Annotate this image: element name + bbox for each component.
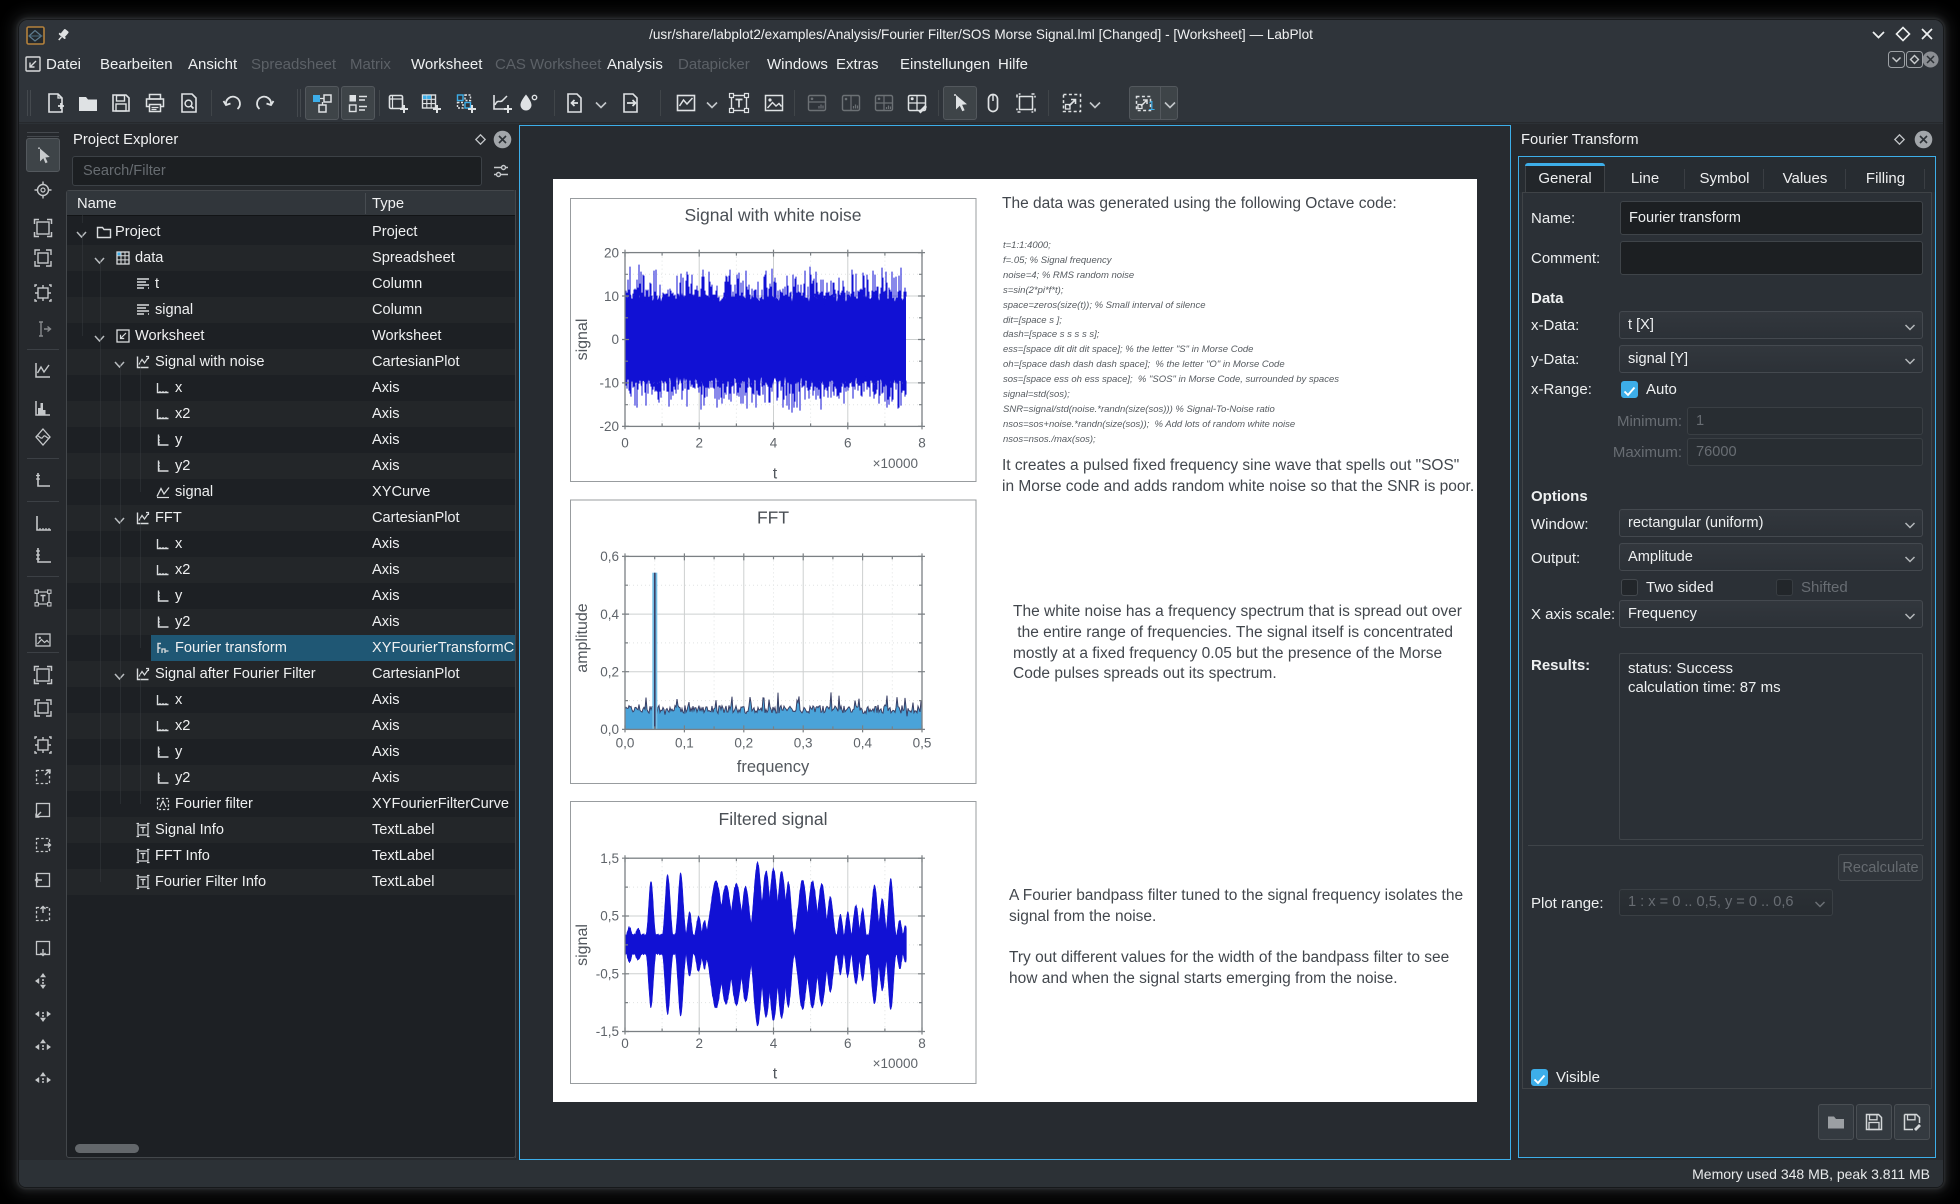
svg-text:2: 2 [695,1036,703,1051]
svg-text:Signal with white noise: Signal with white noise [684,205,861,225]
svg-text:-0,5: -0,5 [596,967,619,982]
svg-text:4: 4 [770,436,778,451]
svg-text:×10000: ×10000 [873,456,918,471]
svg-text:0: 0 [611,332,619,347]
svg-text:0: 0 [621,1036,629,1051]
svg-text:8: 8 [918,436,926,451]
svg-text:0,3: 0,3 [794,736,813,751]
svg-text:t: t [773,1066,778,1083]
svg-text:20: 20 [604,245,619,260]
svg-text:0,0: 0,0 [616,736,635,751]
svg-text:1,5: 1,5 [600,851,619,866]
svg-text:6: 6 [844,436,852,451]
svg-text:0,1: 0,1 [675,736,694,751]
svg-text:signal: signal [574,924,591,966]
svg-text:8: 8 [918,1036,926,1051]
svg-text:6: 6 [844,1036,852,1051]
svg-text:FFT: FFT [757,508,789,528]
svg-text:amplitude: amplitude [574,603,591,672]
svg-text:signal: signal [574,319,591,361]
svg-text:0,2: 0,2 [600,664,619,679]
svg-text:-10: -10 [599,376,619,391]
svg-text:0,2: 0,2 [734,736,753,751]
svg-text:0: 0 [621,436,629,451]
svg-text:0,5: 0,5 [913,736,932,751]
svg-text:t: t [773,466,778,483]
svg-text:0,6: 0,6 [600,549,619,564]
svg-text:4: 4 [770,1036,778,1051]
svg-text:frequency: frequency [737,758,810,776]
svg-text:-20: -20 [599,419,619,434]
svg-text:0,4: 0,4 [853,736,872,751]
svg-text:0,4: 0,4 [600,607,619,622]
svg-text:×10000: ×10000 [873,1056,918,1071]
svg-text:-1,5: -1,5 [596,1024,619,1039]
svg-text:10: 10 [604,289,619,304]
svg-text:Filtered signal: Filtered signal [719,809,828,829]
svg-text:0,5: 0,5 [600,909,619,924]
svg-text:2: 2 [695,436,703,451]
